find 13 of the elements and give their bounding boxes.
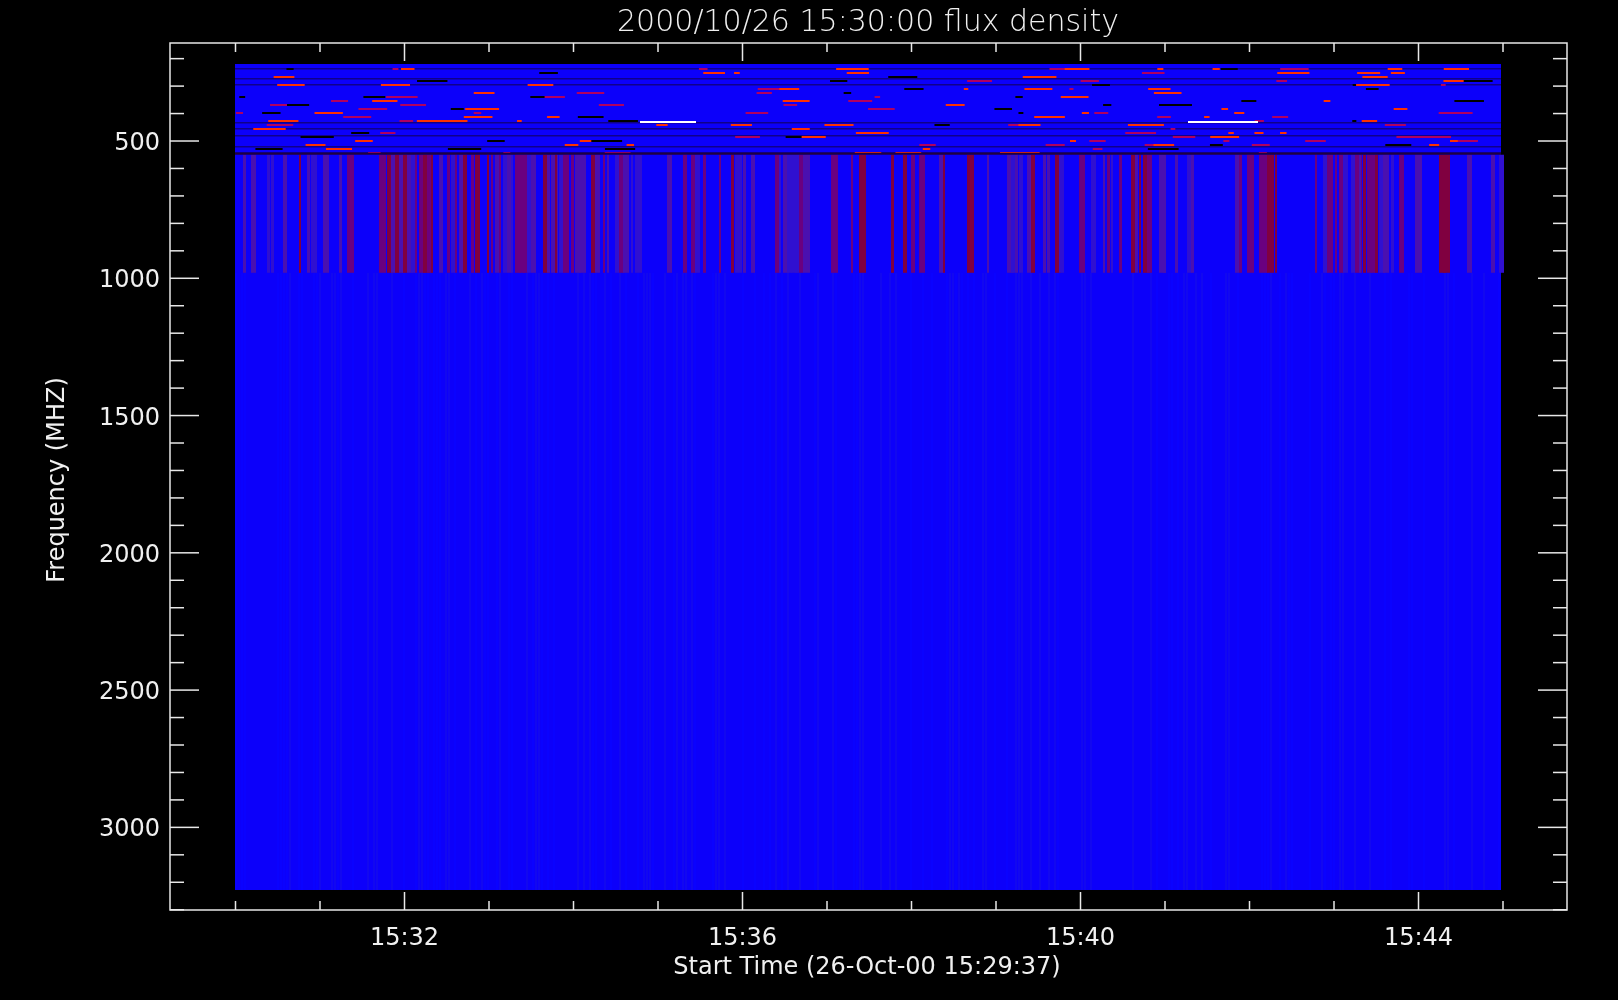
x-tick-label: 15:40 [1045,923,1116,951]
y-axis-label: Frequency (MHZ) [42,377,70,583]
x-tick-label: 15:44 [1383,923,1454,951]
y-tick-label: 500 [114,128,160,156]
y-tick-label: 1500 [98,402,160,431]
y-tick-label: 3000 [98,814,160,843]
y-tick-label: 2500 [98,677,160,706]
x-tick-label: 15:32 [369,923,440,951]
y-tick-label: 2000 [98,539,160,568]
x-tick-label: 15:36 [707,923,778,951]
y-tick-label: 1000 [98,265,160,294]
x-axis-label: Start Time (26-Oct-00 15:29:37) [673,952,1061,980]
chart-title: 2000/10/26 15:30:00 flux density [617,3,1119,38]
